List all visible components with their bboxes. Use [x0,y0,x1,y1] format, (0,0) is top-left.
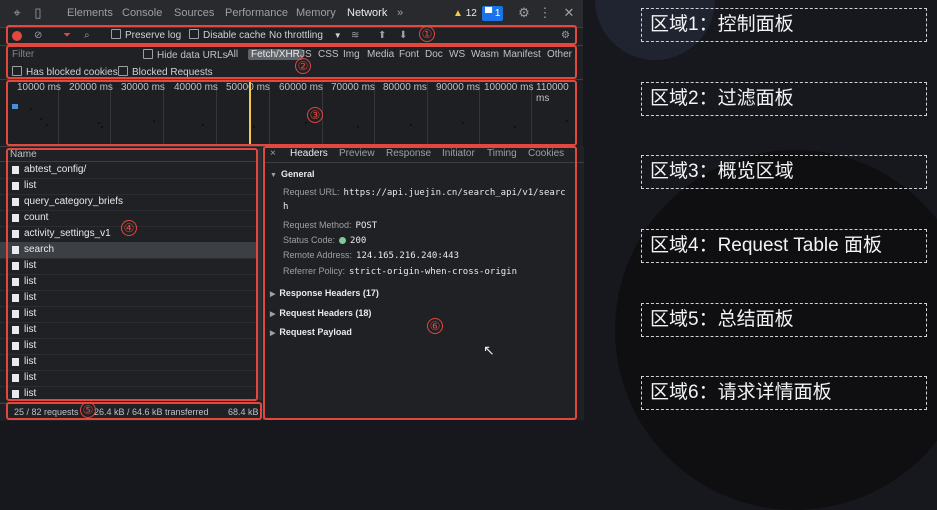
region-4-box [6,148,258,401]
inspect-icon[interactable]: ⌖ [9,5,25,21]
messages-count: 1 [494,8,501,19]
tab-memory[interactable]: Memory [296,0,336,27]
request-table-scrollbar[interactable] [258,148,262,400]
close-devtools-icon[interactable]: ✕ [561,5,577,21]
region-label-6: 区域6：请求详情面板 [641,376,927,410]
region-6-number: ⑥ [427,318,443,334]
settings-gear-icon[interactable]: ⚙ [516,5,532,21]
messages-badge[interactable]: ▀ 1 [482,6,504,21]
warnings-count: 12 [465,8,477,19]
warnings-badge[interactable]: ▲ 12 [450,6,480,21]
region-label-4: 区域4：Request Table 面板 [641,229,927,263]
region-4-number: ④ [121,220,137,236]
tab-sources[interactable]: Sources [174,0,214,27]
region-5-box [6,402,262,420]
region-3-number: ③ [307,107,323,123]
devtools-tab-bar: ⌖ ▯ Elements Console Sources Performance… [0,0,583,28]
region-6-box [263,146,577,420]
region-3-box [6,80,577,146]
region-5-number: ⑤ [80,402,96,418]
region-1-number: ① [419,26,435,42]
region-1-box [6,25,577,45]
region-2-number: ② [295,58,311,74]
region-label-1: 区域1：控制面板 [641,8,927,42]
tab-performance[interactable]: Performance [225,0,288,27]
region-2-box [6,45,577,79]
region-label-5: 区域5：总结面板 [641,303,927,337]
tab-console[interactable]: Console [122,0,162,27]
kebab-menu-icon[interactable]: ⋮ [537,5,553,21]
tab-network[interactable]: Network [347,0,388,27]
device-toolbar-icon[interactable]: ▯ [30,5,46,21]
tab-elements[interactable]: Elements [67,0,113,27]
region-label-2: 区域2：过滤面板 [641,82,927,116]
more-tabs-button[interactable]: » [397,0,403,27]
region-label-3: 区域3：概览区域 [641,155,927,189]
